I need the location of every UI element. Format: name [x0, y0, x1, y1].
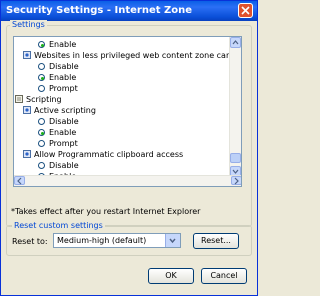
security-settings-dialog: Security Settings - Internet Zone Settin…: [0, 0, 258, 296]
settings-icon: [23, 51, 31, 59]
scroll-right-button[interactable]: [231, 176, 241, 185]
radio-unchecked-icon: [38, 118, 45, 125]
vertical-scrollbar[interactable]: [229, 37, 241, 177]
radio-checked-icon: [38, 41, 45, 48]
scroll-thumb[interactable]: [230, 153, 241, 163]
chevron-down-icon: [169, 238, 176, 244]
radio-unchecked-icon: [38, 85, 45, 92]
list-item[interactable]: Enable: [38, 73, 76, 83]
reset-group-label: Reset custom settings: [12, 221, 105, 230]
reset-to-label: Reset to:: [12, 237, 48, 246]
cancel-button[interactable]: Cancel: [201, 268, 247, 284]
security-level-value: Medium-high (default): [57, 236, 147, 245]
radio-unchecked-icon: [38, 63, 45, 70]
list-item[interactable]: Prompt: [38, 139, 78, 149]
category-heading: Scripting: [15, 95, 62, 105]
chevron-up-icon: [232, 40, 239, 45]
list-item[interactable]: Enable: [38, 40, 76, 50]
close-icon: [241, 6, 250, 15]
section-heading: Websites in less privileged web content …: [23, 51, 241, 61]
reset-button[interactable]: Reset...: [193, 233, 239, 249]
section-heading: Active scripting: [23, 106, 96, 116]
chevron-right-icon: [234, 177, 239, 185]
security-level-select[interactable]: Medium-high (default): [53, 233, 181, 248]
scroll-left-button[interactable]: [14, 176, 25, 185]
radio-checked-icon: [38, 129, 45, 136]
radio-checked-icon: [38, 74, 45, 81]
radio-unchecked-icon: [38, 162, 45, 169]
ok-button[interactable]: OK: [148, 268, 194, 284]
settings-group-label: Settings: [10, 20, 47, 29]
restart-note: *Takes effect after you restart Internet…: [11, 207, 201, 216]
list-item[interactable]: Disable: [38, 117, 79, 127]
settings-icon: [23, 106, 31, 114]
settings-tree[interactable]: Enable Websites in less privileged web c…: [13, 36, 242, 187]
dropdown-button[interactable]: [165, 234, 180, 247]
list-item[interactable]: Disable: [38, 62, 79, 72]
close-button[interactable]: [238, 3, 253, 18]
section-heading: Allow Programmatic clipboard access: [23, 150, 183, 160]
script-icon: [15, 95, 23, 103]
list-item[interactable]: Disable: [38, 161, 79, 171]
list-item[interactable]: Enable: [38, 128, 76, 138]
list-item[interactable]: Prompt: [38, 84, 78, 94]
window-title: Security Settings - Internet Zone: [6, 5, 193, 16]
settings-icon: [23, 150, 31, 158]
radio-unchecked-icon: [38, 140, 45, 147]
horizontal-scrollbar[interactable]: [14, 175, 241, 186]
scroll-up-button[interactable]: [230, 37, 241, 48]
title-bar[interactable]: Security Settings - Internet Zone: [1, 1, 257, 21]
chevron-left-icon: [17, 177, 22, 185]
